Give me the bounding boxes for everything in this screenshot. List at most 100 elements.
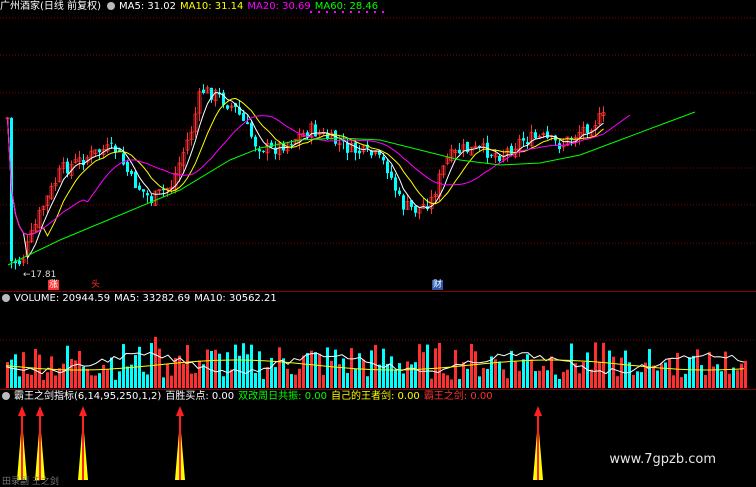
indicator-arrow-icon <box>36 406 44 416</box>
candle-body <box>346 142 349 153</box>
volume-bar <box>322 374 325 388</box>
candle-body <box>258 149 261 152</box>
signal-dot <box>350 11 352 13</box>
volume-bar <box>230 369 233 388</box>
volume-bar <box>696 349 699 388</box>
candle-body <box>122 153 125 165</box>
volume-bar <box>656 370 659 388</box>
volume-bar <box>242 343 245 388</box>
volume-bar <box>378 364 381 388</box>
signal-dot <box>382 11 384 13</box>
volume-bar <box>154 336 157 388</box>
volume-bar <box>270 357 273 388</box>
volume-bar <box>130 364 133 388</box>
volume-bar <box>234 344 237 388</box>
volume-bar <box>314 352 317 388</box>
volume-bar <box>214 349 217 388</box>
volume-bar <box>530 359 533 388</box>
volume-bar <box>142 371 145 388</box>
volume-bar <box>414 362 417 388</box>
volume-bar <box>534 371 537 388</box>
volume-bar <box>502 369 505 388</box>
volume-bar <box>700 365 703 388</box>
volume-bar <box>466 368 469 388</box>
volume-bar <box>18 376 21 388</box>
volume-bar <box>194 372 197 388</box>
volume-bar <box>14 354 17 388</box>
volume-bar <box>66 345 69 388</box>
volume-bar <box>736 370 739 388</box>
signal-dot <box>334 11 336 13</box>
volume-bar <box>612 356 615 388</box>
volume-bar <box>70 358 73 388</box>
candle-body <box>118 149 121 152</box>
candle-body <box>534 132 537 139</box>
signal-dot <box>310 11 312 13</box>
volume-bar <box>222 376 225 388</box>
volume-bar <box>302 355 305 388</box>
watermark: www.7gpzb.com <box>609 452 716 467</box>
event-badge-tou[interactable]: 头 <box>90 280 101 290</box>
volume-bar <box>458 379 461 388</box>
volume-bar <box>394 370 397 388</box>
candle-body <box>586 124 589 134</box>
volume-bar <box>426 344 429 388</box>
candle-body <box>146 193 149 196</box>
volume-bar <box>134 355 137 388</box>
volume-bar <box>282 358 285 388</box>
footer-label: 田录副 王之剑 <box>2 477 59 487</box>
event-badge-cai[interactable]: 财 <box>432 280 444 290</box>
volume-bar <box>366 376 369 388</box>
volume-bar <box>358 353 361 388</box>
volume-bar <box>570 343 573 388</box>
volume-bar <box>334 349 337 388</box>
volume-bar <box>728 373 731 388</box>
volume-bar <box>744 360 747 388</box>
candle-body <box>458 149 461 154</box>
volume-bar <box>522 359 525 388</box>
chart-canvas[interactable] <box>0 0 756 487</box>
indicator-arrow-icon <box>79 406 87 416</box>
volume-bar <box>46 372 49 388</box>
candle-body <box>486 142 489 158</box>
candle-body <box>138 185 141 190</box>
volume-bar <box>118 371 121 388</box>
volume-bar <box>660 363 663 388</box>
volume-bar <box>470 343 473 388</box>
volume-bar <box>58 368 61 388</box>
volume-bar <box>294 374 297 388</box>
volume-bar <box>186 345 189 388</box>
volume-bar <box>182 363 185 388</box>
candle-body <box>414 205 417 213</box>
volume-bar <box>578 373 581 388</box>
candle-body <box>18 260 21 265</box>
event-badge-zhang[interactable]: 涨 <box>48 280 60 290</box>
volume-bar <box>430 378 433 388</box>
low-price-marker: ←17.81 <box>23 270 57 280</box>
candle-body <box>98 149 101 153</box>
volume-bar <box>442 373 445 388</box>
indicator-arrow-icon <box>534 406 542 416</box>
volume-bar <box>298 368 301 388</box>
indicator-arrow-icon <box>176 406 184 416</box>
volume-bar <box>474 351 477 388</box>
volume-bar <box>86 368 89 388</box>
volume-bar <box>482 367 485 388</box>
candle-body <box>358 150 361 154</box>
volume-bar <box>254 372 257 388</box>
candle-body <box>246 122 249 125</box>
stock-chart-window: 广州酒家(日线 前复权) MA5: 31.02 MA10: 31.14 MA20: 3… <box>0 0 756 487</box>
volume-bar <box>684 373 687 388</box>
volume-bar <box>306 353 309 388</box>
volume-bar <box>362 359 365 388</box>
volume-bar <box>90 375 93 388</box>
volume-bar <box>664 362 667 388</box>
volume-bar <box>494 359 497 388</box>
volume-bar <box>526 354 529 388</box>
candle-body <box>498 155 501 162</box>
candle-body <box>390 171 393 178</box>
volume-bar <box>598 361 601 388</box>
indicator-arrow-icon <box>18 406 26 416</box>
volume-bar <box>632 374 635 388</box>
volume-bar <box>278 347 281 388</box>
